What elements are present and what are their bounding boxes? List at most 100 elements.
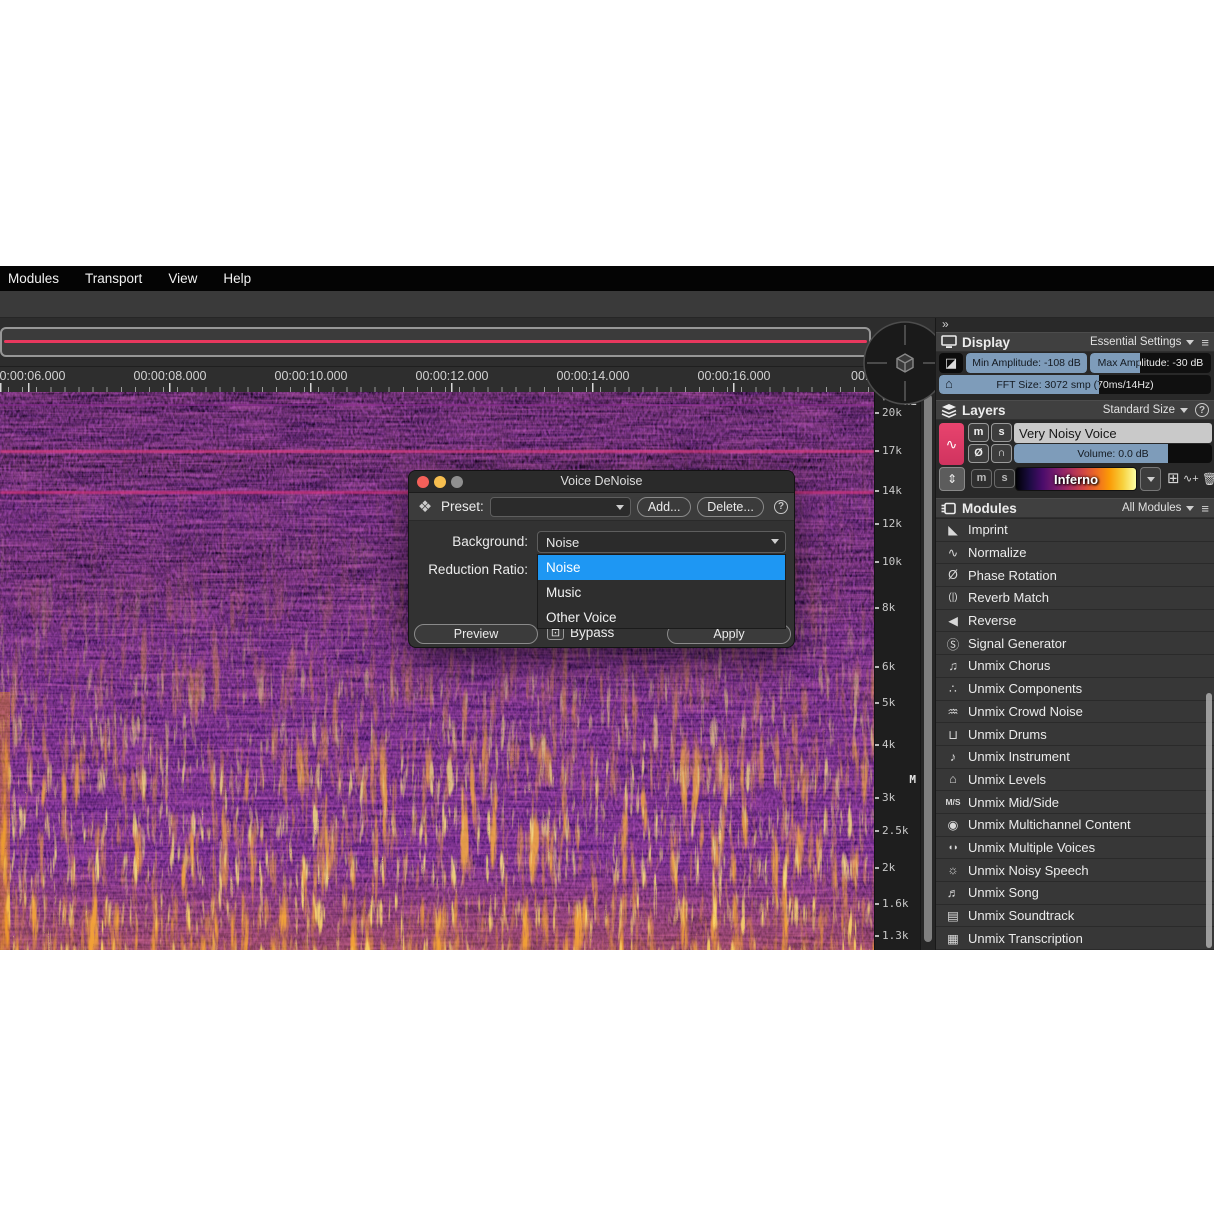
waveform-icon: ∿ [946,436,958,453]
module-row[interactable]: ∴Unmix Components [936,678,1214,701]
module-row[interactable]: M/SUnmix Mid/Side [936,791,1214,814]
display-panel-title: Display [962,335,1010,350]
reverse-icon: ◀ [941,613,965,628]
display-icon [941,335,957,349]
module-list: ◣Imprint ∿Normalize ØPhase Rotation (|)R… [936,519,1214,950]
menu-modules[interactable]: Modules [8,271,59,286]
app-window: Modules Transport View Help 00:00:06.000… [0,266,1214,950]
chevron-down-icon [1186,340,1194,345]
fft-icon: ⌂ [945,376,953,391]
modules-scrollbar-thumb[interactable] [1206,693,1212,948]
layer-phase-button[interactable]: Ø [968,444,989,463]
layer-color-swatch[interactable]: ∿ [939,423,964,465]
layer-row[interactable]: ∿ m s Very Noisy Voice Ø ∩ Volume: 0.0 d… [939,423,1212,465]
toolbar-strip [0,291,1214,318]
layers-panel-header[interactable]: Layers Standard Size ? [936,400,1214,420]
colormap-select[interactable]: Inferno [1015,467,1137,491]
frequency-axis[interactable]: ▼ Hz 20k 17k 14k 12k 10k 8k 6k 5k 4k M 3… [874,392,920,950]
layer-name[interactable]: Very Noisy Voice [1014,423,1212,443]
dialog-body: Background: Noise Reduction Ratio: Noise… [409,521,794,648]
module-row[interactable]: ▤Unmix Soundtrack [936,905,1214,928]
module-row[interactable]: ♪Unmix Instrument [936,746,1214,769]
freq-tick: 10k [875,555,902,569]
menu-view[interactable]: View [168,271,197,286]
max-amplitude-slider[interactable]: Max Amplitude: -30 dB Max Amplitude: -30… [1090,353,1211,373]
display-panel-header[interactable]: Display Essential Settings ≡ [936,332,1214,352]
module-row[interactable]: ♫Unmix Chorus [936,655,1214,678]
add-preset-button[interactable]: Add... [637,497,690,517]
signal-generator-icon: Ⓢ [941,634,965,653]
new-layer-icon[interactable]: ⊞ [1167,469,1180,489]
trash-icon[interactable]: 🗑 [1202,469,1214,489]
freq-tick: 2.5k [875,824,909,838]
extract-layer-icon[interactable]: ∿+ [1183,469,1199,489]
dropdown-option-music[interactable]: Music [538,580,785,605]
module-row[interactable]: (|)Reverb Match [936,587,1214,610]
display-menu-icon[interactable]: ≡ [1201,335,1209,350]
preset-icon: ❖ [415,497,435,517]
module-row[interactable]: ◀Reverse [936,610,1214,633]
module-row[interactable]: ▦Unmix Transcription [936,927,1214,950]
layers-help-button[interactable]: ? [1195,403,1209,417]
background-select[interactable]: Noise [537,531,786,553]
unmix-noisy-speech-icon: ☼ [941,863,965,877]
voice-denoise-dialog: Voice DeNoise ❖ Preset: Add... Delete...… [408,470,795,648]
overview-waveform-line [4,340,867,343]
modules-menu-icon[interactable]: ≡ [1201,501,1209,516]
dropdown-option-other-voice[interactable]: Other Voice [538,605,785,630]
module-row[interactable]: ØPhase Rotation [936,564,1214,587]
vertical-scrollbar-thumb[interactable] [924,394,932,942]
global-mute-button[interactable]: m [971,469,992,488]
layer-size-select[interactable]: Standard Size [1103,404,1188,416]
unmix-transcription-icon: ▦ [941,931,965,946]
dropdown-option-noise[interactable]: Noise [538,555,785,580]
ruler-major-ticks [0,383,874,392]
module-row[interactable]: ☼Unmix Noisy Speech [936,859,1214,882]
amplitude-settings-button[interactable]: ◪ [939,353,963,373]
panel-collapse-button[interactable]: » [942,317,947,331]
module-row[interactable]: ◣Imprint [936,519,1214,542]
module-row[interactable]: ⓈSignal Generator [936,632,1214,655]
freq-tick: 17k [875,444,902,458]
freq-tick: 14k [875,484,902,498]
vertical-scrollbar[interactable] [920,392,935,950]
overview-range-box[interactable] [0,327,871,357]
module-row[interactable]: ⌂Unmix Levels [936,769,1214,792]
chevron-down-icon [1147,477,1155,482]
chevron-down-icon [1186,506,1194,511]
display-settings-select[interactable]: Essential Settings [1090,336,1194,348]
time-ruler[interactable]: 00:00:06.000 00:00:08.000 00:00:10.000 0… [0,366,935,392]
delete-preset-button[interactable]: Delete... [697,497,764,517]
compress-icon: ⇕ [947,472,957,486]
global-solo-button[interactable]: s [994,469,1015,488]
overview-bar[interactable] [0,318,935,366]
unmix-song-icon: ♬ [941,886,965,900]
module-row[interactable]: ♒Unmix Crowd Noise [936,701,1214,724]
module-row[interactable]: ◉Unmix Multichannel Content [936,814,1214,837]
modules-filter-select[interactable]: All Modules [1122,502,1194,514]
time-label: 00:00:14.000 [557,369,630,383]
unmix-components-icon: ∴ [941,681,965,696]
modules-panel-header[interactable]: Modules All Modules ≡ [936,498,1214,518]
menu-help[interactable]: Help [223,271,251,286]
layer-volume-slider[interactable]: Volume: 0.0 dB Volume: 0.0 dB [1014,444,1212,463]
dialog-help-button[interactable]: ? [774,500,788,514]
preset-select[interactable] [490,497,632,517]
module-row[interactable]: ⊔Unmix Drums [936,723,1214,746]
min-amplitude-slider[interactable]: Min Amplitude: -108 dB Min Amplitude: -1… [966,353,1087,373]
dialog-titlebar[interactable]: Voice DeNoise [409,471,794,493]
layer-solo-button[interactable]: s [991,423,1012,442]
preset-row: ❖ Preset: Add... Delete... ? [409,493,794,521]
menu-transport[interactable]: Transport [85,271,142,286]
preview-button[interactable]: Preview [414,624,538,644]
time-label: 00:00:12.000 [416,369,489,383]
phase-rotation-icon: Ø [941,568,965,582]
fft-size-slider[interactable]: ⌂ FFT Size: 3072 smp (70ms/14Hz) FFT Siz… [939,375,1211,394]
module-row[interactable]: ♬Unmix Song [936,882,1214,905]
layer-envelope-button[interactable]: ∩ [991,444,1012,463]
module-row[interactable]: ◖◗Unmix Multiple Voices [936,837,1214,860]
layer-mute-button[interactable]: m [968,423,989,442]
module-row[interactable]: ∿Normalize [936,542,1214,565]
colormap-caret-button[interactable] [1140,467,1161,491]
compress-layers-button[interactable]: ⇕ [939,467,965,491]
